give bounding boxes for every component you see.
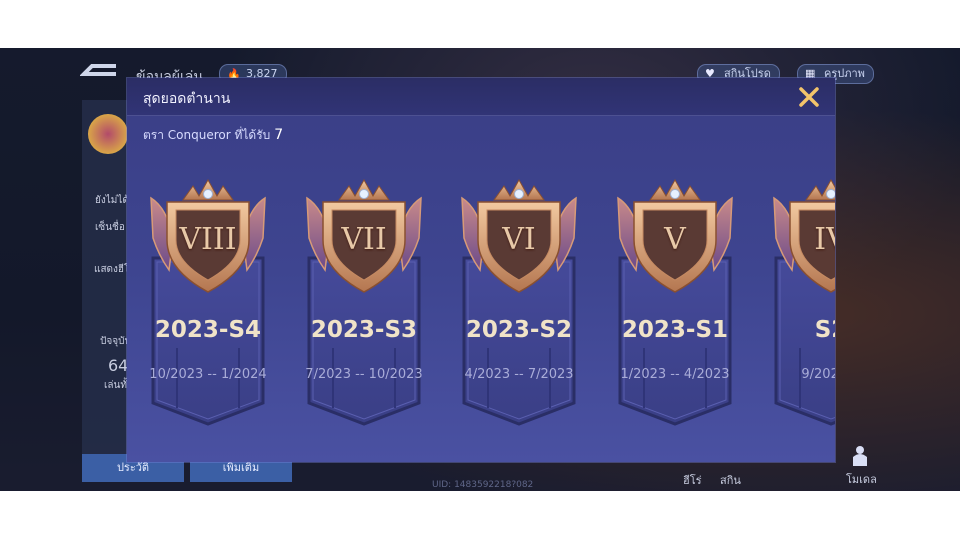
uid-text: UID: 1483592218?082 (432, 480, 534, 490)
conqueror-count-label: ตรา Conqueror ที่ได้รับ (143, 128, 271, 142)
conqueror-count-value: 7 (274, 127, 284, 143)
conqueror-modal: สุดยอดตำนาน ตรา Conqueror ที่ได้รับ 7 VI… (127, 78, 835, 462)
badge-period: 7/2023 -- 10/2023 (305, 367, 423, 382)
model-label: โมเดล (846, 473, 877, 486)
badge-list[interactable]: VIII 2023-S4 10/2023 -- 1/2024 VII 2023-S3 7… (127, 178, 835, 438)
avatar[interactable] (88, 114, 128, 154)
modal-title: สุดยอดตำนาน (143, 91, 231, 107)
hero-label: ฮีโร่ (683, 474, 702, 487)
skin-label: สกิน (720, 474, 741, 487)
model-button[interactable]: โมเดล (844, 444, 877, 486)
conqueror-count: ตรา Conqueror ที่ได้รับ 7 (143, 126, 283, 145)
badge-rank: V (664, 222, 686, 257)
current-value: 64 (108, 356, 129, 375)
season-badge[interactable]: VII 2023-S3 7/2023 -- 10/2023 (303, 178, 425, 428)
badge-rank: VI (502, 222, 536, 257)
season-badge[interactable]: V 2023-S1 1/2023 -- 4/2023 (614, 178, 736, 428)
badge-emblem-icon (461, 178, 577, 426)
badge-emblem-icon (306, 178, 422, 426)
badge-period: 9/2022 -- (801, 367, 835, 382)
modal-header: สุดยอดตำนาน (127, 78, 835, 116)
badge-emblem-icon (773, 178, 835, 426)
badge-season: 2023-S1 (621, 317, 729, 343)
back-arrow-icon[interactable] (80, 62, 120, 84)
badge-season: S2 (814, 317, 835, 343)
left-profile-panel (82, 100, 128, 482)
badge-period: 10/2023 -- 1/2024 (149, 367, 267, 382)
badge-emblem-icon (150, 178, 266, 426)
badge-season: 2023-S4 (154, 317, 262, 343)
left-text-signature: เซ็นชื่อ (95, 222, 125, 233)
badge-season: 2023-S3 (310, 317, 418, 343)
badge-rank: VII (341, 222, 387, 257)
season-badge[interactable]: IV S2 9/2022 -- (770, 178, 835, 428)
season-badge[interactable]: VIII 2023-S4 10/2023 -- 1/2024 (147, 178, 269, 428)
badge-rank: VIII (179, 222, 237, 257)
close-button[interactable] (795, 83, 823, 111)
badge-emblem-icon (617, 178, 733, 426)
badge-period: 4/2023 -- 7/2023 (464, 367, 574, 382)
badge-season: 2023-S2 (465, 317, 573, 343)
person-icon (853, 446, 867, 466)
close-icon (799, 87, 819, 107)
left-text-unsigned: ยังไม่ได้ (95, 195, 129, 206)
season-badge[interactable]: VI 2023-S2 4/2023 -- 7/2023 (458, 178, 580, 428)
badge-rank: IV (814, 222, 835, 257)
badge-period: 1/2023 -- 4/2023 (620, 367, 730, 382)
